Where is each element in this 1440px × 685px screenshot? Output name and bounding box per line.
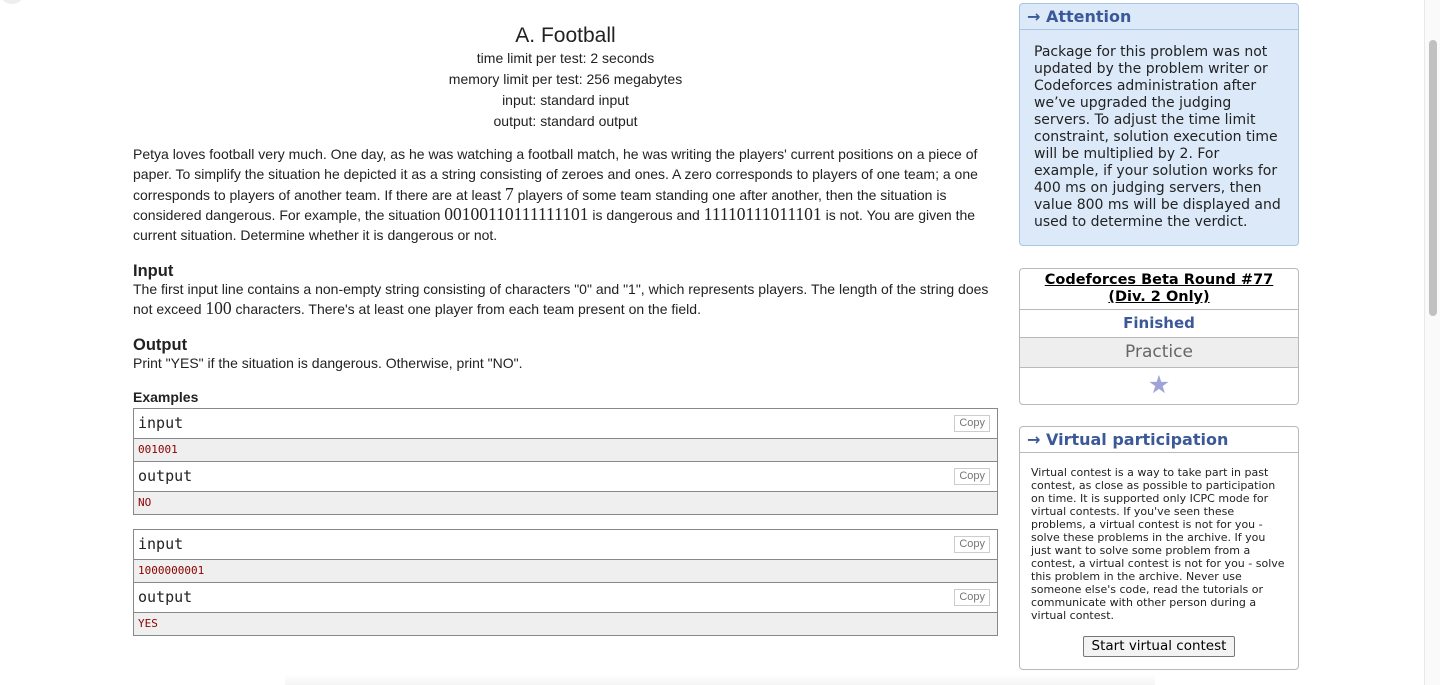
output-section-text: Print "YES" if the situation is dangerou… xyxy=(133,354,523,371)
scrollbar[interactable] xyxy=(1424,0,1440,685)
scrollbar-thumb[interactable] xyxy=(1429,40,1437,316)
contest-name-link[interactable]: Codeforces Beta Round #77 (Div. 2 Only) xyxy=(1020,269,1298,310)
sample-output-header: output Copy xyxy=(134,462,997,493)
problem-legend: Petya loves football very much. One day,… xyxy=(133,145,998,246)
sample-input-header: input Copy xyxy=(134,409,997,440)
input-file: input: standard input xyxy=(502,92,629,108)
output-file: output: standard output xyxy=(493,113,638,129)
tex-example-dangerous: 00100110111111101 xyxy=(444,204,589,225)
sample-output-label: output xyxy=(138,467,193,486)
contest-status: Finished xyxy=(1020,310,1298,338)
sample-test-1: input Copy 001001 output Copy NO xyxy=(133,408,998,516)
sample-input-label: input xyxy=(138,535,184,554)
tex-hundred: 100 xyxy=(205,298,232,319)
copy-button[interactable]: Copy xyxy=(954,468,990,486)
favourite-star-row: ★ xyxy=(1020,368,1298,403)
output-section-title: Output xyxy=(133,335,188,354)
problem-header: A. Football time limit per test: 2 secon… xyxy=(133,23,998,132)
sample-output-value: NO xyxy=(134,492,997,515)
output-specification: Output Print "YES" if the situation is d… xyxy=(133,336,998,374)
attention-box: → Attention Package for this problem was… xyxy=(1019,3,1299,246)
memory-limit: memory limit per test: 256 megabytes xyxy=(448,71,683,87)
corner-decoration xyxy=(2,0,22,4)
input-section-text: The first input line contains a non-empt… xyxy=(133,280,998,320)
input-text-2: characters. There's at least one player … xyxy=(231,301,701,318)
star-icon[interactable]: ★ xyxy=(1148,371,1170,399)
virtual-participation-box: → Virtual participation Virtual contest … xyxy=(1019,426,1299,670)
attention-text: Package for this problem was not updated… xyxy=(1034,44,1281,230)
copy-button[interactable]: Copy xyxy=(954,415,990,433)
attention-caption: → Attention xyxy=(1020,4,1298,30)
tex-example-safe: 11110111011101 xyxy=(703,204,822,225)
problem-title: A. Football xyxy=(515,24,616,47)
footer-shadow xyxy=(285,675,1155,685)
sample-input-header: input Copy xyxy=(134,530,997,561)
start-virtual-contest-button[interactable]: Start virtual contest xyxy=(1083,636,1235,657)
virtual-caption: → Virtual participation xyxy=(1020,427,1298,453)
sample-output-label: output xyxy=(138,588,193,607)
contest-practice: Practice xyxy=(1020,338,1298,368)
sample-input-label: input xyxy=(138,414,184,433)
virtual-text: Virtual contest is a way to take part in… xyxy=(1031,466,1285,622)
sample-output-value: YES xyxy=(134,613,997,636)
time-limit: time limit per test: 2 seconds xyxy=(476,50,655,66)
problem-statement: A. Football time limit per test: 2 secon… xyxy=(133,0,998,637)
input-section-title: Input xyxy=(133,261,174,280)
sample-output-header: output Copy xyxy=(134,583,997,614)
legend-text-3: is dangerous and xyxy=(588,207,704,224)
examples-title: Examples xyxy=(133,389,199,406)
sample-input-value: 001001 xyxy=(134,439,997,463)
copy-button[interactable]: Copy xyxy=(954,536,990,554)
sample-test-2: input Copy 1000000001 output Copy YES xyxy=(133,529,998,637)
contest-box: Codeforces Beta Round #77 (Div. 2 Only) … xyxy=(1019,268,1299,405)
copy-button[interactable]: Copy xyxy=(954,589,990,607)
sample-input-value: 1000000001 xyxy=(134,560,997,584)
legend-paragraph: Petya loves football very much. One day,… xyxy=(133,145,998,246)
tex-seven: 7 xyxy=(504,183,514,204)
input-specification: Input The first input line contains a no… xyxy=(133,262,998,320)
